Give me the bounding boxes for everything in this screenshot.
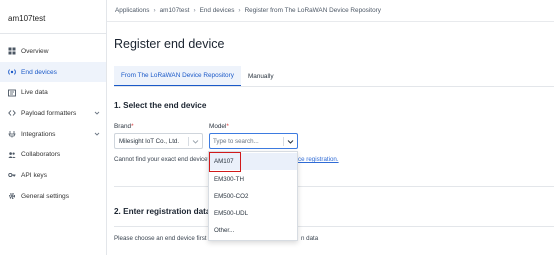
chevron-down-icon[interactable] bbox=[192, 138, 199, 145]
chevron-down-icon[interactable] bbox=[287, 138, 294, 145]
end-devices-icon bbox=[8, 68, 16, 76]
model-label: Model* bbox=[209, 123, 229, 130]
tab-manually[interactable]: Manually bbox=[241, 66, 281, 86]
select-divider bbox=[283, 137, 284, 146]
page-title: Register end device bbox=[114, 37, 225, 51]
sidebar-item-api-keys[interactable]: API keys bbox=[0, 165, 106, 186]
section-divider bbox=[114, 226, 554, 227]
tabs-divider bbox=[114, 86, 554, 87]
collaborators-icon bbox=[8, 151, 16, 159]
breadcrumb-end-devices[interactable]: End devices bbox=[200, 7, 235, 14]
model-option-em500-udl[interactable]: EM500-UDL bbox=[209, 205, 297, 222]
chevron-right-icon: › bbox=[193, 7, 196, 14]
sidebar-item-label: API keys bbox=[21, 171, 48, 179]
choose-device-first-text: Please choose an end device first to bbox=[114, 235, 214, 242]
sidebar-item-payload-formatters[interactable]: Payload formatters bbox=[0, 103, 106, 124]
sidebar-item-overview[interactable]: Overview bbox=[0, 41, 106, 62]
section-select-device-title: 1. Select the end device bbox=[114, 101, 207, 110]
model-option-em500-co2[interactable]: EM500-CO2 bbox=[209, 188, 297, 205]
app-header: am107test bbox=[0, 0, 107, 34]
sidebar-item-label: Overview bbox=[21, 47, 49, 55]
chevron-down-icon[interactable] bbox=[94, 110, 100, 116]
breadcrumb-current: Register from The LoRaWAN Device Reposit… bbox=[244, 7, 381, 14]
brand-select[interactable]: Milesight IoT Co., Ltd. bbox=[114, 133, 203, 149]
chevron-right-icon: › bbox=[238, 7, 241, 14]
manual-registration-link[interactable]: ce registration. bbox=[298, 156, 339, 163]
live-data-icon bbox=[8, 89, 16, 97]
register-tabs: From The LoRaWAN Device Repository Manua… bbox=[114, 66, 281, 86]
select-divider bbox=[188, 137, 189, 146]
model-option-other[interactable]: Other... bbox=[209, 222, 297, 239]
chevron-right-icon: › bbox=[153, 7, 156, 14]
sidebar-item-label: General settings bbox=[21, 192, 70, 200]
payload-formatters-icon bbox=[8, 109, 16, 117]
model-search-input[interactable] bbox=[213, 136, 281, 147]
brand-label-text: Brand bbox=[114, 123, 132, 130]
model-option-em300-th[interactable]: EM300-TH bbox=[209, 171, 297, 188]
choose-device-first-text-end: n data bbox=[301, 235, 319, 242]
brand-select-value: Milesight IoT Co., Ltd. bbox=[119, 137, 180, 145]
integrations-icon bbox=[8, 130, 16, 138]
section-registration-data-title: 2. Enter registration data bbox=[114, 207, 211, 216]
sidebar-item-label: Live data bbox=[21, 89, 48, 97]
sidebar-item-label: Integrations bbox=[21, 130, 56, 138]
breadcrumb: Applications › am107test › End devices ›… bbox=[107, 0, 554, 22]
sidebar-item-collaborators[interactable]: Collaborators bbox=[0, 144, 106, 165]
model-label-text: Model bbox=[209, 123, 227, 130]
sidebar-item-live-data[interactable]: Live data bbox=[0, 82, 106, 103]
sidebar-item-label: Collaborators bbox=[21, 151, 61, 159]
required-mark: * bbox=[131, 123, 134, 130]
sidebar-item-end-devices[interactable]: End devices bbox=[0, 61, 106, 83]
highlight-annotation-box bbox=[209, 152, 241, 172]
gear-icon bbox=[8, 192, 16, 200]
section-divider bbox=[114, 186, 554, 187]
chevron-down-icon[interactable] bbox=[94, 131, 100, 137]
model-select[interactable] bbox=[209, 133, 298, 149]
sidebar-nav: Overview End devices Live data Payload f… bbox=[0, 41, 106, 207]
sidebar-item-label: Payload formatters bbox=[21, 109, 77, 117]
sidebar-item-label: End devices bbox=[21, 68, 57, 76]
api-keys-icon bbox=[8, 171, 16, 179]
sidebar: am107test Overview End devices Live data… bbox=[0, 0, 107, 255]
breadcrumb-application[interactable]: am107test bbox=[160, 7, 190, 14]
sidebar-item-integrations[interactable]: Integrations bbox=[0, 124, 106, 145]
required-mark: * bbox=[226, 123, 229, 130]
overview-icon bbox=[8, 47, 16, 55]
sidebar-item-general-settings[interactable]: General settings bbox=[0, 186, 106, 207]
breadcrumb-applications[interactable]: Applications bbox=[115, 7, 149, 14]
brand-label: Brand* bbox=[114, 123, 134, 130]
app-title: am107test bbox=[8, 14, 46, 23]
tab-device-repository[interactable]: From The LoRaWAN Device Repository bbox=[114, 66, 241, 86]
cannot-find-device-text: Cannot find your exact end device? bbox=[114, 156, 211, 163]
